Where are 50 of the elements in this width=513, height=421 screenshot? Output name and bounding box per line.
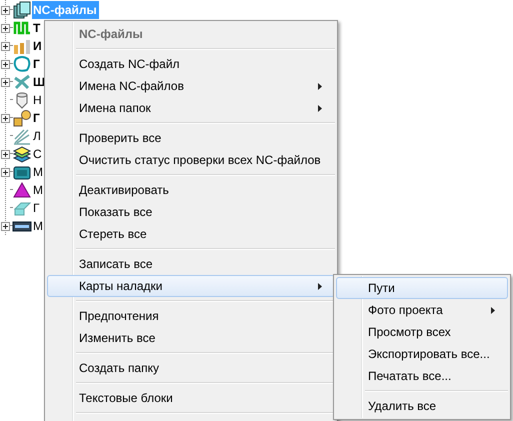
menu-item[interactable]: Изменить все <box>47 327 335 349</box>
tree-item[interactable]: М <box>32 217 45 235</box>
outline-icon <box>12 55 32 73</box>
menu-item[interactable]: Фото проекта <box>336 299 508 321</box>
menu-item[interactable]: Удалить все <box>336 395 508 417</box>
tree-item[interactable]: М <box>32 181 45 199</box>
menu-item[interactable]: Печатать все... <box>336 365 508 387</box>
tree-item[interactable]: С <box>32 145 44 163</box>
sheets-icon <box>12 1 32 19</box>
menu-item[interactable]: Просмотр всех <box>336 321 508 343</box>
menu-item[interactable]: Создать папку <box>47 357 335 379</box>
expand-icon[interactable] <box>1 24 10 32</box>
shapes-icon <box>12 109 32 127</box>
expand-icon[interactable] <box>1 6 10 14</box>
menu-item[interactable]: Показать все <box>47 201 335 223</box>
menu-item[interactable]: Предпочтения <box>47 305 335 327</box>
tree-item[interactable]: Г <box>32 55 42 73</box>
layers-icon <box>12 145 32 163</box>
expand-icon[interactable] <box>1 114 10 122</box>
menu-item[interactable]: Создать NC-файл <box>47 53 335 75</box>
cross-shape-icon <box>12 73 32 91</box>
lines-icon <box>12 127 32 145</box>
expand-icon[interactable] <box>1 222 10 230</box>
menu-item[interactable]: Деактивировать <box>47 179 335 201</box>
pyramid-icon <box>12 181 32 199</box>
expand-icon[interactable] <box>1 60 10 68</box>
expand-icon[interactable] <box>1 150 10 158</box>
menu-item[interactable]: Экспортировать все... <box>336 343 508 365</box>
menu-item[interactable]: Карты наладки <box>47 275 335 297</box>
tree-item[interactable]: И <box>32 37 44 55</box>
tools-icon <box>12 37 32 55</box>
tree-item[interactable]: Г <box>32 109 42 127</box>
tree-item[interactable]: Т <box>32 19 42 37</box>
menu-item[interactable]: Проверить все <box>47 127 335 149</box>
menu-item[interactable]: Записать все <box>47 253 335 275</box>
expand-icon[interactable] <box>1 78 10 86</box>
zigzag-icon <box>12 19 32 37</box>
tree-item[interactable]: Г <box>32 199 42 217</box>
menu-item[interactable]: Стереть все <box>47 223 335 245</box>
menu-item[interactable]: Имена папок <box>47 97 335 119</box>
tree-item[interactable]: Н <box>32 91 44 109</box>
menu-item[interactable]: Пути <box>336 277 508 299</box>
tree-item[interactable]: М <box>32 163 45 181</box>
expand-icon[interactable] <box>1 168 10 176</box>
menu-item[interactable]: Очистить статус проверки всех NC-файлов <box>47 149 335 171</box>
tree-item[interactable]: Л <box>32 127 43 145</box>
menu-item[interactable]: Имена NC-файлов <box>47 75 335 97</box>
menu-header: NC-файлы <box>78 26 144 43</box>
expand-icon[interactable] <box>1 42 10 50</box>
menu-item[interactable]: Текстовые блоки <box>47 387 335 409</box>
